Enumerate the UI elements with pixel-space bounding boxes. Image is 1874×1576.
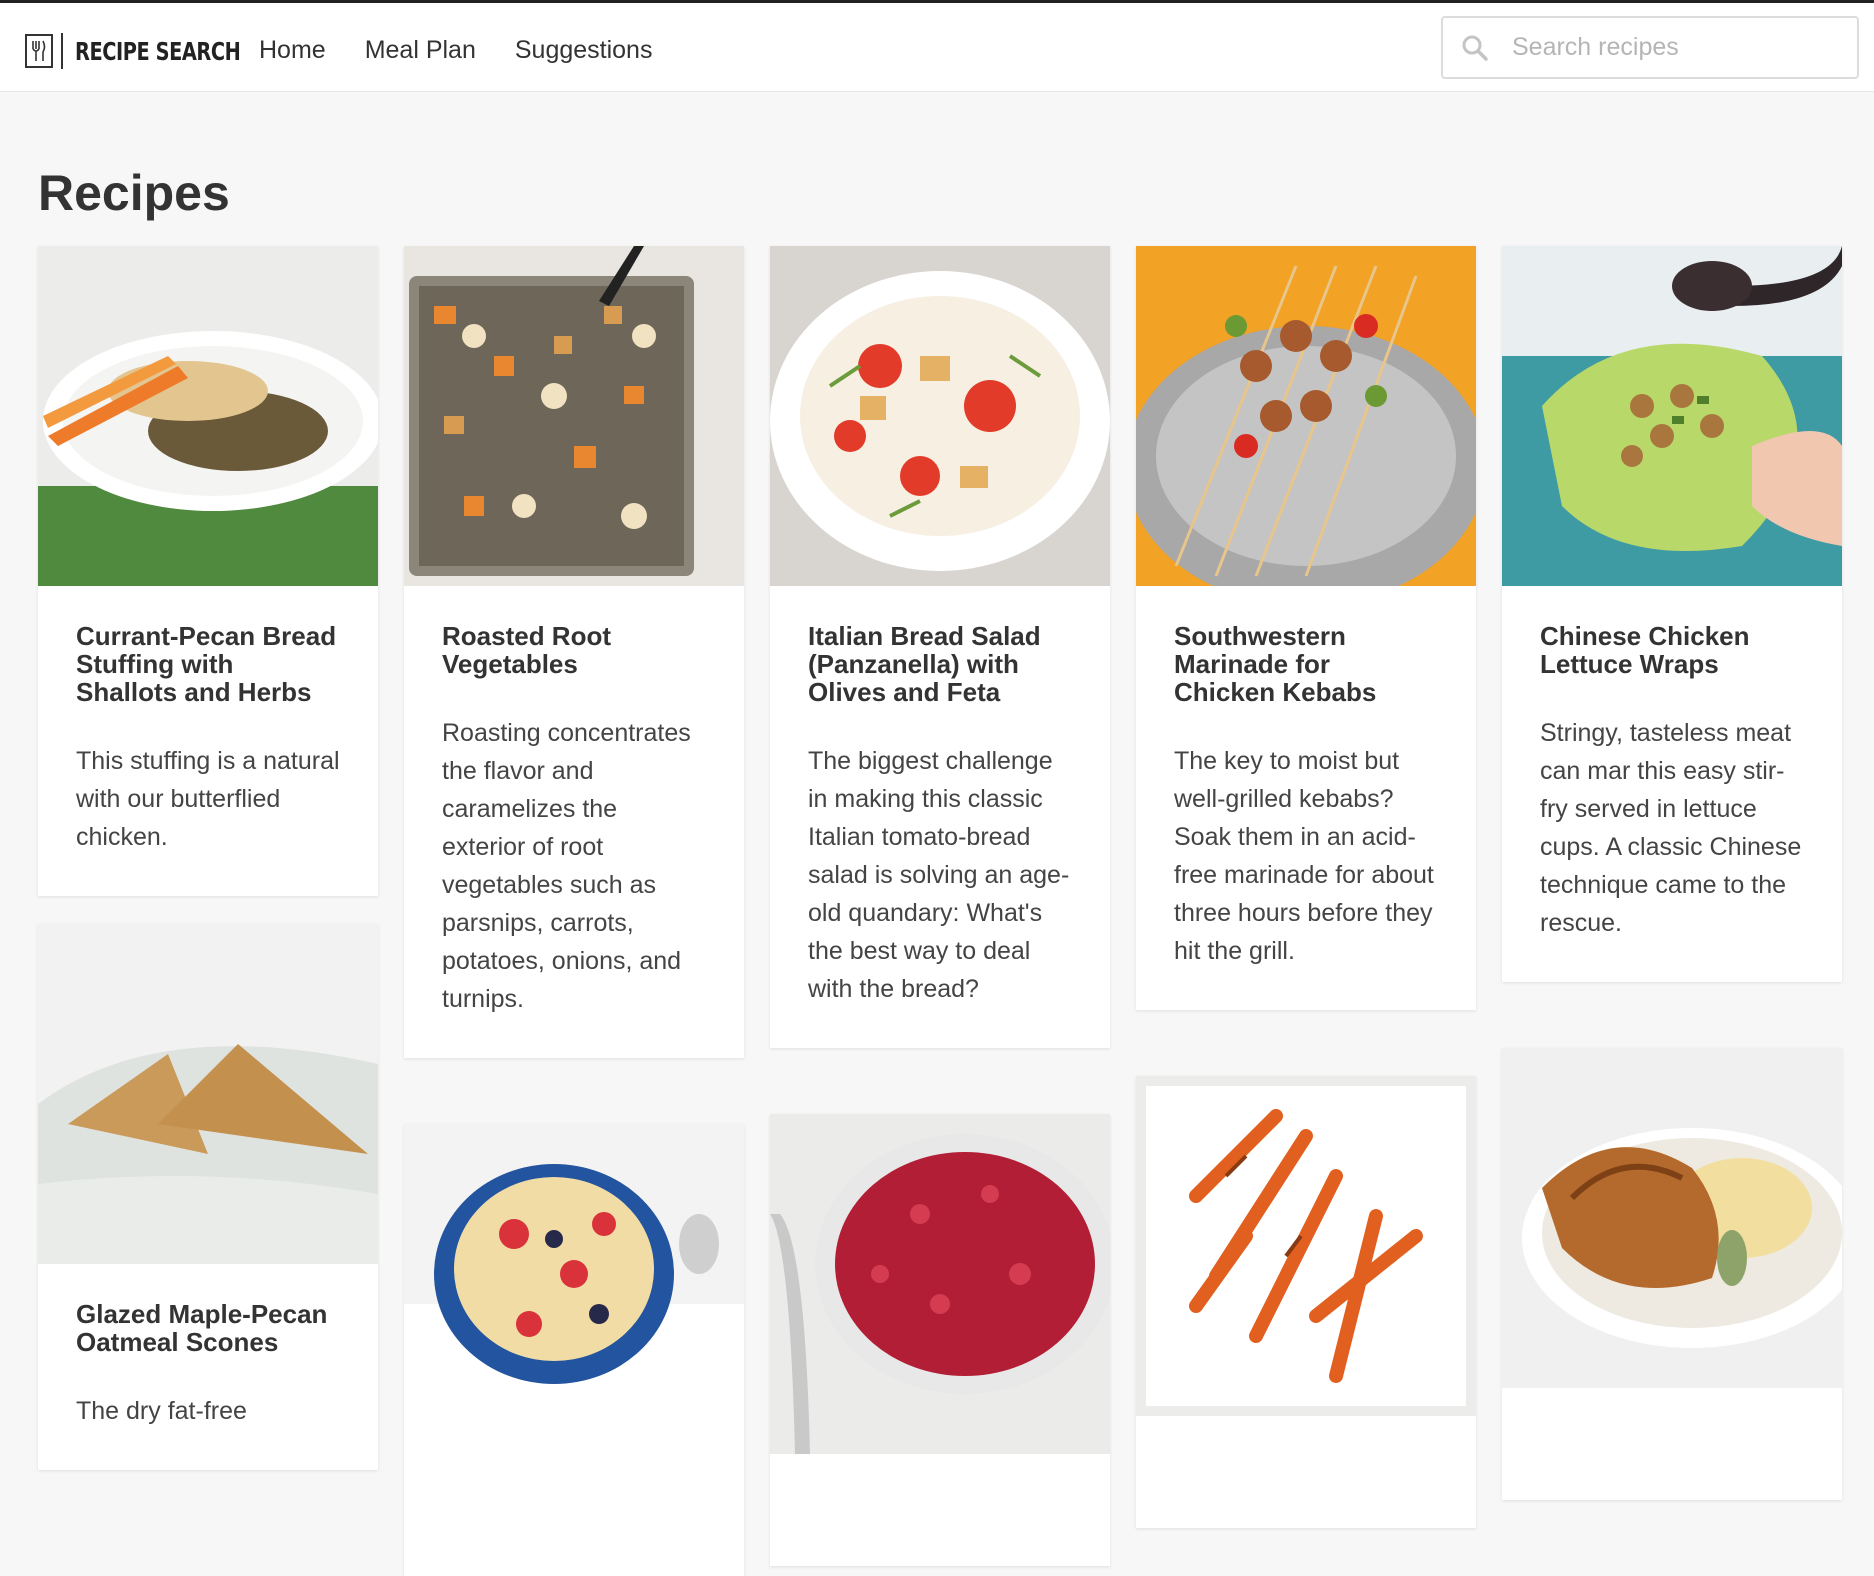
recipe-description: This stuffing is a natural with our butt… <box>76 747 340 851</box>
recipe-title: Glazed Maple-Pecan Oatmeal Scones <box>76 1299 328 1357</box>
recipe-photo-root-vegetables <box>404 246 744 586</box>
recipe-card[interactable] <box>1136 1076 1476 1528</box>
recipe-photo-panzanella <box>770 246 1110 586</box>
recipe-photo-stuffing <box>38 246 378 586</box>
brand-divider <box>61 33 63 69</box>
recipe-card[interactable] <box>404 1124 744 1576</box>
recipe-card[interactable]: Roasted Root Vegetables Roasting concent… <box>404 246 744 1058</box>
recipe-photo-cranberry-relish <box>770 1114 1110 1454</box>
search-icon <box>1460 33 1490 63</box>
recipe-title: Currant-Pecan Bread Stuffing with Shallo… <box>76 621 337 707</box>
brand-logo-link[interactable]: RECIPE SEARCH <box>25 31 267 71</box>
recipe-description: The key to moist but well-grilled kebabs… <box>1174 747 1434 965</box>
recipe-description: The biggest challenge in making this cla… <box>808 747 1070 1003</box>
nav-meal-plan-link[interactable]: Meal Plan <box>365 33 476 67</box>
brand-name: RECIPE SEARCH <box>75 36 241 66</box>
recipe-photo-roast-chicken-breast <box>1502 1048 1842 1388</box>
recipe-card[interactable]: Currant-Pecan Bread Stuffing with Shallo… <box>38 246 378 896</box>
page-title: Recipes <box>38 165 230 221</box>
nav-suggestions-link[interactable]: Suggestions <box>515 33 653 67</box>
recipe-card[interactable]: Glazed Maple-Pecan Oatmeal Scones The dr… <box>38 924 378 1470</box>
search-input[interactable] <box>1510 32 1834 63</box>
recipe-photo-berry-gratin <box>404 1124 744 1464</box>
recipe-card[interactable]: Southwestern Marinade for Chicken Kebabs… <box>1136 246 1476 1010</box>
recipe-card[interactable]: Chinese Chicken Lettuce Wraps Stringy, t… <box>1502 246 1842 982</box>
recipe-photo-roasted-carrots <box>1136 1076 1476 1416</box>
recipe-card[interactable]: Italian Bread Salad (Panzanella) with Ol… <box>770 246 1110 1048</box>
recipe-title: Chinese Chicken Lettuce Wraps <box>1540 621 1750 679</box>
nav-home-link[interactable]: Home <box>259 33 326 67</box>
main-nav: Home Meal Plan Suggestions <box>259 33 691 67</box>
top-nav-bar: RECIPE SEARCH Home Meal Plan Suggestions <box>0 0 1874 92</box>
recipe-description: The dry fat-free <box>76 1397 247 1425</box>
recipe-title: Italian Bread Salad (Panzanella) with Ol… <box>808 621 1041 707</box>
fork-knife-icon <box>25 34 53 68</box>
recipe-title: Roasted Root Vegetables <box>442 621 611 679</box>
recipe-card[interactable] <box>1502 1048 1842 1500</box>
recipe-photo-lettuce-wraps <box>1502 246 1842 586</box>
recipe-card[interactable] <box>770 1114 1110 1566</box>
recipe-title: Southwestern Marinade for Chicken Kebabs <box>1174 621 1377 707</box>
recipe-description: Stringy, tasteless meat can mar this eas… <box>1540 719 1802 937</box>
search-box[interactable] <box>1441 16 1859 79</box>
recipe-description: Roasting concentrates the flavor and car… <box>442 719 691 1013</box>
recipe-photo-chicken-kebabs <box>1136 246 1476 586</box>
recipe-photo-scones <box>38 924 378 1264</box>
